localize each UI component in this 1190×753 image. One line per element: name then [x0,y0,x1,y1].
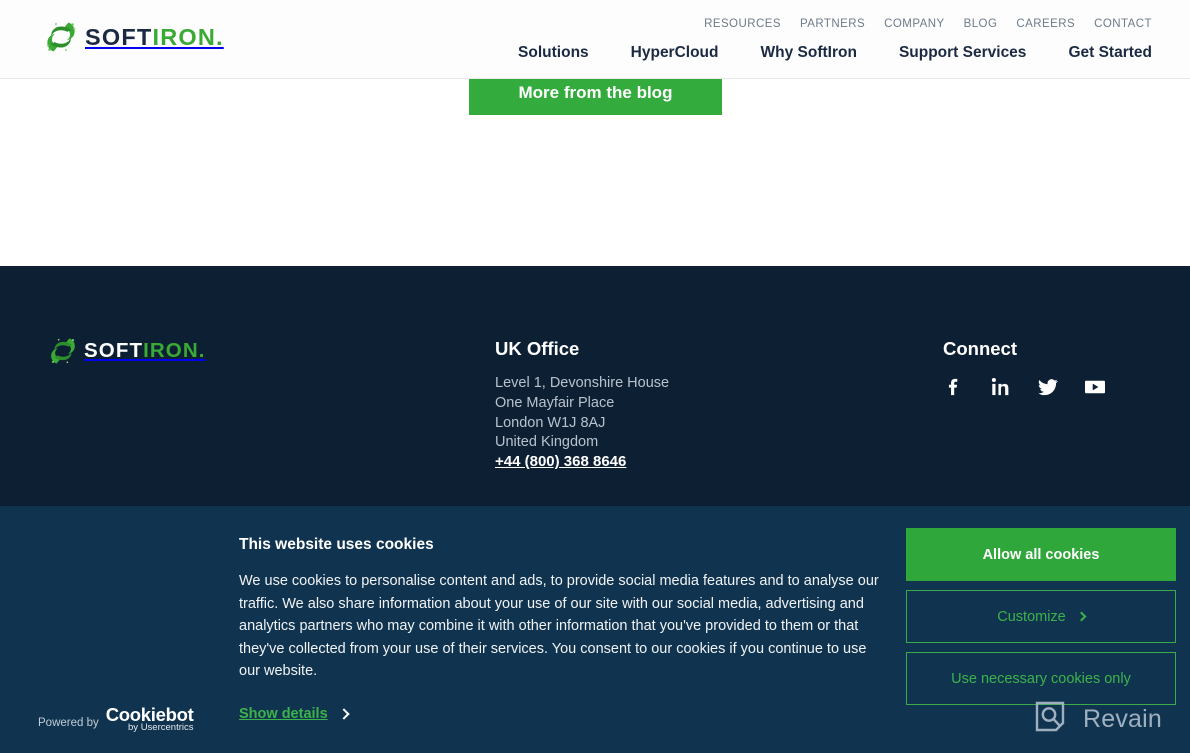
footer-logo[interactable]: SOFTIRON. [50,336,206,366]
show-details-link[interactable]: Show details [239,706,350,722]
revain-magnifier-icon [1035,701,1065,732]
main-nav-item-why-softiron[interactable]: Why SoftIron [761,44,857,62]
office-address-line: Level 1, Devonshire House [495,375,670,391]
main-nav: Solutions HyperCloud Why SoftIron Suppor… [518,44,1152,62]
footer-connect-column: Connect [943,338,1106,398]
show-details-label: Show details [239,706,328,722]
logo-dot: . [216,23,224,50]
softiron-recycle-s-icon [51,338,75,364]
main-nav-item-hypercloud[interactable]: HyperCloud [631,44,719,62]
chevron-right-icon [337,708,350,720]
footer-logo-word-soft: SOFT [84,339,144,362]
softiron-recycle-s-icon [46,22,76,52]
revain-watermark: Revain [1034,700,1162,738]
site-logo[interactable]: SOFTIRON. [46,20,224,54]
utility-nav-item-contact[interactable]: CONTACT [1094,18,1152,30]
twitter-icon [1038,379,1059,396]
footer-logo-wordmark: SOFTIRON. [84,339,206,363]
page-root: SOFTIRON. RESOURCES PARTNERS COMPANY BLO… [0,0,1190,753]
utility-nav-item-company[interactable]: COMPANY [884,18,944,30]
site-header: SOFTIRON. RESOURCES PARTNERS COMPANY BLO… [0,0,1190,79]
main-nav-item-support-services[interactable]: Support Services [899,44,1027,62]
allow-all-cookies-button[interactable]: Allow all cookies [906,528,1176,581]
cookie-banner-title: This website uses cookies [239,536,434,553]
footer-office-column: UK Office Level 1, Devonshire House One … [495,338,669,471]
logo-word-soft: SOFT [85,23,153,50]
cookie-banner-body: This website uses cookies We use cookies… [239,536,889,683]
linkedin-link[interactable] [990,376,1012,398]
chevron-right-icon [1076,611,1087,622]
connect-title: Connect [943,338,1017,359]
office-phone-link[interactable]: +44 (800) 368 8646 [495,453,626,470]
cookie-banner-text: We use cookies to personalise content an… [239,573,879,680]
youtube-link[interactable] [1084,376,1106,398]
customize-cookies-label: Customize [997,608,1066,625]
cookiebot-logo: Cookiebot by Usercentrics [106,705,194,732]
facebook-link[interactable] [943,376,965,398]
youtube-icon [1085,380,1105,394]
customize-cookies-button[interactable]: Customize [906,590,1176,643]
logo-wordmark: SOFTIRON. [85,24,224,51]
main-nav-item-solutions[interactable]: Solutions [518,44,589,62]
powered-by-label: Powered by [38,717,99,729]
linkedin-icon [991,378,1009,396]
use-necessary-cookies-only-label: Use necessary cookies only [951,670,1131,687]
office-address-line: One Mayfair Place [495,394,615,411]
utility-nav: RESOURCES PARTNERS COMPANY BLOG CAREERS … [704,18,1152,30]
allow-all-cookies-label: Allow all cookies [982,546,1100,563]
use-necessary-cookies-only-button[interactable]: Use necessary cookies only [906,652,1176,705]
powered-by-cookiebot[interactable]: Powered by Cookiebot by Usercentrics [38,705,194,732]
logo-word-iron: IRON [152,23,217,50]
office-address-line: United Kingdom [495,434,599,451]
main-nav-item-get-started[interactable]: Get Started [1068,44,1152,62]
utility-nav-item-resources[interactable]: RESOURCES [704,18,781,30]
utility-nav-item-blog[interactable]: BLOG [964,18,998,30]
twitter-link[interactable] [1037,376,1059,398]
utility-nav-item-partners[interactable]: PARTNERS [800,18,865,30]
utility-nav-item-careers[interactable]: CAREERS [1016,18,1075,30]
footer-logo-word-iron: IRON [143,339,199,362]
revain-watermark-text: Revain [1082,704,1162,733]
office-title: UK Office [495,338,580,359]
footer-logo-dot: . [198,339,206,362]
cookie-banner-actions: Allow all cookies Customize Use necessar… [906,528,1176,705]
social-links [943,376,1106,398]
office-address-line: London W1J 8AJ [495,414,606,431]
facebook-icon [948,378,958,396]
